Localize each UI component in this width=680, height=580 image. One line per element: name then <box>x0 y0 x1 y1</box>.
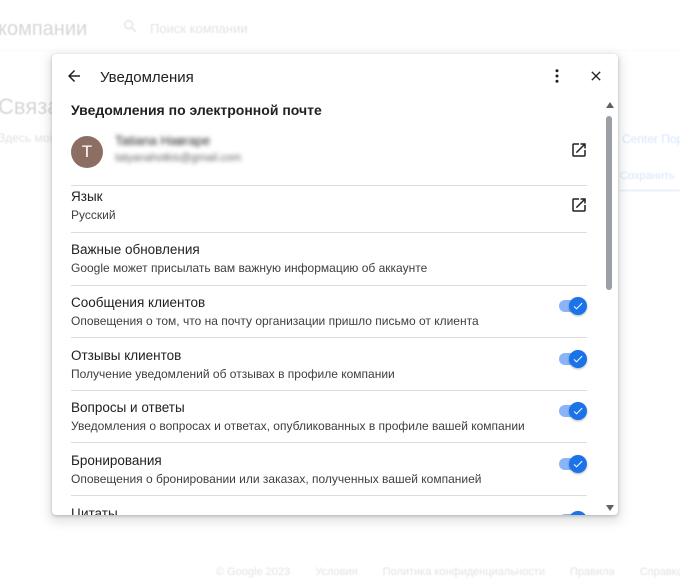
bookings-title: Бронирования <box>71 453 162 468</box>
check-icon <box>573 460 583 468</box>
scrollbar-thumb[interactable] <box>606 116 612 290</box>
open-in-new-icon <box>572 198 586 212</box>
toggle-knob <box>569 511 587 515</box>
toggle-knob <box>569 350 587 368</box>
questions-answers-row: Вопросы и ответы Уведомления о вопросах … <box>71 400 587 443</box>
questions-answers-toggle[interactable] <box>558 402 588 420</box>
background-topbar <box>0 0 680 51</box>
questions-answers-desc: Уведомления о вопросах и ответах, опубли… <box>71 419 525 433</box>
quotes-row: Цитаты <box>71 506 587 515</box>
account-name: Tatiana Навгаре <box>115 133 211 148</box>
avatar: T <box>71 136 103 168</box>
customer-messages-toggle[interactable] <box>558 297 588 315</box>
scrollbar[interactable] <box>603 98 615 515</box>
notifications-dialog: Уведомления Уведомления по электронной п… <box>52 54 618 515</box>
background-save-link: Сохранить <box>620 170 675 182</box>
customer-reviews-toggle[interactable] <box>558 350 588 368</box>
close-icon <box>591 71 601 81</box>
bookings-desc: Оповещения о бронировании или заказах, п… <box>71 472 482 486</box>
account-row: T Tatiana Навгаре tatyanahotkis@gmail.co… <box>71 133 587 186</box>
customer-messages-title: Сообщения клиентов <box>71 295 206 310</box>
quotes-title: Цитаты <box>71 506 118 515</box>
more-options-button[interactable] <box>543 62 571 90</box>
quotes-toggle[interactable] <box>558 511 588 515</box>
scroll-up-arrow-icon[interactable] <box>606 102 614 108</box>
arrow-back-icon <box>68 70 80 82</box>
background-title: компании <box>0 18 88 40</box>
language-title: Язык <box>71 189 103 204</box>
open-in-new-icon <box>572 143 586 157</box>
account-info: Tatiana Навгаре tatyanahotkis@gmail.com <box>115 133 263 171</box>
footer-item: Справка <box>639 566 680 578</box>
language-row[interactable]: Язык Русский <box>71 189 587 233</box>
toggle-knob <box>569 402 587 420</box>
dialog-title: Уведомления <box>100 69 194 86</box>
bookings-toggle[interactable] <box>558 455 588 473</box>
check-icon <box>573 407 583 415</box>
questions-answers-title: Вопросы и ответы <box>71 400 185 415</box>
section-title: Уведомления по электронной почте <box>71 102 322 118</box>
background-footer: © Google 2023 Условия Политика конфиденц… <box>216 566 680 578</box>
account-email: tatyanahotkis@gmail.com <box>115 152 242 164</box>
dialog-content[interactable]: Уведомления по электронной почте T Tatia… <box>52 98 618 515</box>
background-search-placeholder: Поиск компании <box>150 21 248 36</box>
scroll-down-arrow-icon[interactable] <box>606 505 614 511</box>
customer-messages-desc: Оповещения о том, что на почту организац… <box>71 314 479 328</box>
open-account-button[interactable] <box>567 138 591 162</box>
back-button[interactable] <box>60 62 88 90</box>
footer-item: © Google 2023 <box>216 566 291 578</box>
bookings-row: Бронирования Оповещения о бронировании и… <box>71 453 587 496</box>
background-link: Center Пор <box>622 132 680 146</box>
check-icon <box>573 355 583 363</box>
check-icon <box>573 302 583 310</box>
important-updates-row: Важные обновления Google может присылать… <box>71 242 587 286</box>
footer-item: Условия <box>315 566 358 578</box>
language-value: Русский <box>71 208 116 222</box>
more-vert-icon <box>555 69 559 83</box>
customer-reviews-title: Отзывы клиентов <box>71 348 182 363</box>
customer-reviews-desc: Получение уведомлений об отзывах в профи… <box>71 367 395 381</box>
close-button[interactable] <box>582 62 610 90</box>
open-language-button[interactable] <box>567 193 591 217</box>
footer-item: Правила <box>570 566 615 578</box>
customer-messages-row: Сообщения клиентов Оповещения о том, что… <box>71 295 587 338</box>
background-divider <box>620 190 680 191</box>
important-updates-title: Важные обновления <box>71 242 200 257</box>
dialog-header: Уведомления <box>52 54 618 98</box>
footer-item: Политика конфиденциальности <box>382 566 545 578</box>
toggle-knob <box>569 455 587 473</box>
toggle-knob <box>569 297 587 315</box>
customer-reviews-row: Отзывы клиентов Получение уведомлений об… <box>71 348 587 391</box>
important-updates-desc: Google может присылать вам важную информ… <box>71 261 428 275</box>
check-icon <box>572 514 584 515</box>
search-icon <box>122 18 138 39</box>
